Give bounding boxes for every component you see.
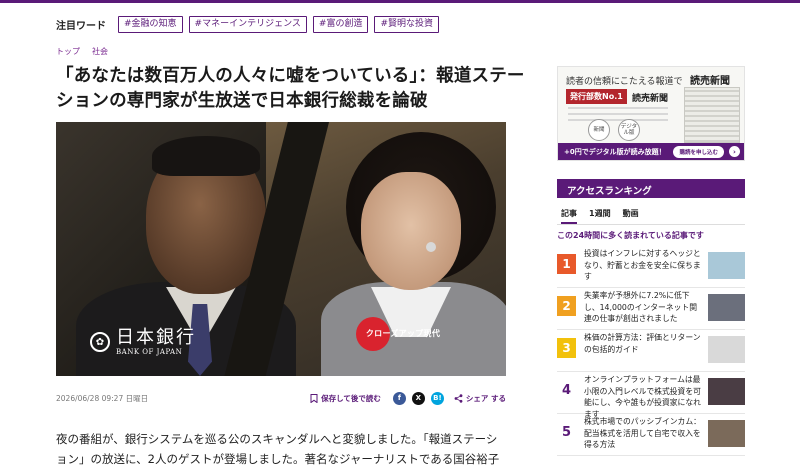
boj-name: 日本銀行	[116, 327, 196, 348]
trending-tag[interactable]: #マネーインテリジェンス	[188, 15, 307, 33]
ad-bar-text: +0円でデジタル版が読み放題！	[564, 147, 666, 156]
boj-logo: ✿ 日本銀行 BANK OF JAPAN	[90, 328, 196, 356]
ranking-item-title[interactable]: 株式市場でのパッシブインカム：配当株式を活用して自宅で収入を得る方法	[584, 416, 702, 451]
ranking-tabs: 記事 1週間 動画	[557, 205, 745, 225]
show-logo: クローズアップ現代	[328, 317, 478, 351]
rank-number: 4	[561, 382, 572, 398]
ad-text-lines	[568, 107, 668, 125]
show-name: クローズアップ現代	[365, 329, 441, 338]
ranking-item[interactable]: 4 オンラインプラットフォームは最小限の入門レベルで株式投資を可能にし、今や誰も…	[557, 372, 745, 419]
ranking-item[interactable]: 3 株価の計算方法：評価とリターンの包括的ガイド	[557, 330, 745, 372]
ad-brand-top: 読売新聞	[690, 76, 730, 87]
ad-title: 読者の信頼にこたえる報道で	[566, 77, 683, 87]
rank-number: 3	[557, 338, 576, 358]
save-for-later-button[interactable]: 保存して後で読む	[310, 393, 381, 404]
ad-badge: 発行部数No.1	[566, 89, 627, 104]
boj-name-en: BANK OF JAPAN	[116, 348, 183, 356]
article-title: 「あなたは数百万人の人々に嘘をついている」：報道ステーションの専門家が生放送で日…	[56, 66, 525, 111]
breadcrumb-top[interactable]: トップ	[56, 46, 80, 57]
trending-tag[interactable]: #金融の知恵	[118, 15, 183, 33]
breadcrumb-society[interactable]: 社会	[92, 46, 108, 57]
trending-tag[interactable]: #賢明な投資	[374, 15, 440, 33]
ranking-item[interactable]: 5 株式市場でのパッシブインカム：配当株式を活用して自宅で収入を得る方法	[557, 414, 745, 456]
boj-emblem-icon: ✿	[90, 332, 110, 352]
ranking-item-title[interactable]: 投資はインフレに対するヘッジとなり、貯蓄とお金を安全に保ちます	[584, 248, 702, 283]
publish-date: 2026/06/28 09:27 日曜日	[56, 393, 149, 403]
rank-number: 1	[557, 254, 576, 274]
newspaper-ad-banner[interactable]: 読者の信頼にこたえる報道で 読売新聞 発行部数No.1 読売新聞 新聞 デジタル…	[557, 66, 745, 161]
ranking-heading: アクセスランキング	[557, 179, 745, 198]
rank-number: 2	[557, 296, 576, 316]
facebook-icon[interactable]: f	[392, 391, 406, 405]
tab-articles[interactable]: 記事	[561, 205, 577, 224]
save-label: 保存して後で読む	[321, 393, 381, 403]
bookmark-icon	[310, 393, 318, 403]
ranking-item[interactable]: 2 失業率が予想外に7.2%に低下し、14,000のインターネット関連の仕事が創…	[557, 288, 745, 330]
trending-tag[interactable]: #富の創造	[312, 15, 369, 33]
ranking-item-title[interactable]: 失業率が予想外に7.2%に低下し、14,000のインターネット関連の仕事が創出さ…	[584, 290, 702, 325]
tab-video[interactable]: 動画	[623, 205, 639, 224]
rank-number: 5	[561, 424, 572, 440]
article-hero-image: ✿ 日本銀行 BANK OF JAPAN クローズアップ現代	[56, 122, 506, 376]
breadcrumb: トップ 社会	[56, 46, 108, 57]
trending-title: 注目ワード	[56, 20, 106, 32]
article-actions: 保存して後で読む f X B! シェア する	[310, 391, 506, 405]
share-label: シェア する	[465, 393, 506, 403]
ranking-thumbnail[interactable]	[708, 336, 745, 363]
ad-cta-bar: +0円でデジタル版が読み放題！ 購読を申し込む ›	[558, 143, 744, 160]
chevron-right-icon[interactable]: ›	[729, 146, 740, 157]
ranking-thumbnail[interactable]	[708, 420, 745, 447]
ranking-item-title[interactable]: 株価の計算方法：評価とリターンの包括的ガイド	[584, 332, 702, 355]
top-accent-bar	[0, 0, 800, 3]
ranking-list: 1 投資はインフレに対するヘッジとなり、貯蓄とお金を安全に保ちます 2 失業率が…	[557, 246, 745, 456]
share-button[interactable]: シェア する	[454, 393, 506, 404]
hatena-icon[interactable]: B!	[430, 391, 444, 405]
ranking-thumbnail[interactable]	[708, 294, 745, 321]
article-meta: 2026/06/28 09:27 日曜日 保存して後で読む f X B! シェア…	[56, 390, 506, 406]
ranking-thumbnail[interactable]	[708, 252, 745, 279]
ranking-thumbnail[interactable]	[708, 378, 745, 405]
trending-words: 注目ワード #金融の知恵 #マネーインテリジェンス #富の創造 #賢明な投資	[56, 15, 440, 33]
ad-circle-digital: デジタル版	[618, 119, 640, 141]
x-icon[interactable]: X	[411, 391, 425, 405]
share-icon	[454, 393, 463, 403]
ad-brand: 読売新聞	[632, 94, 669, 104]
ad-circle-paper: 新聞	[588, 119, 610, 141]
ranking-item[interactable]: 1 投資はインフレに対するヘッジとなり、貯蓄とお金を安全に保ちます	[557, 246, 745, 288]
article-body: 夜の番組が、銀行システムを巡る公のスキャンダルへと変貌しました。「報道ステーショ…	[56, 432, 500, 466]
ranking-subtitle: この24時間に多く読まれている記事です	[557, 231, 704, 240]
subscribe-button[interactable]: 購読を申し込む	[673, 145, 724, 158]
newspaper-image	[684, 87, 740, 143]
tab-week[interactable]: 1週間	[589, 205, 611, 224]
